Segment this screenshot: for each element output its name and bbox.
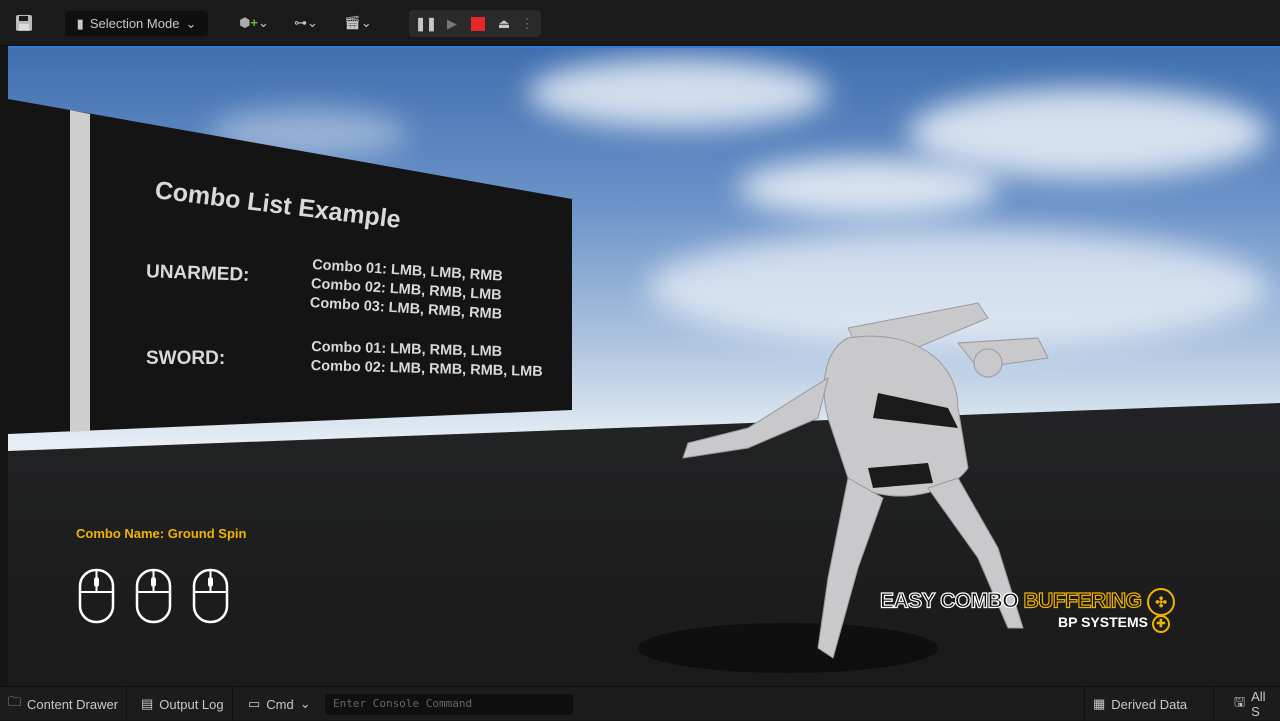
folder-search-icon: 🗀︎	[8, 694, 22, 709]
play-controls: ❚❚ ▶ ⏏ ⋮	[409, 10, 541, 37]
unarmed-combos: Combo 01: LMB, LMB, RMB Combo 02: LMB, R…	[309, 256, 505, 325]
sword-combos: Combo 01: LMB, RMB, LMB Combo 02: LMB, R…	[311, 338, 544, 382]
main-toolbar: ▮ Selection Mode ⌄ ⬢+ ⌄ ⊶ ⌄ 🎬︎ ⌄ ❚❚ ▶ ⏏ …	[0, 0, 1280, 46]
mouse-icon	[135, 568, 172, 624]
cmd-dropdown[interactable]: ▭ Cmd ⌄	[240, 687, 319, 721]
mouse-icon	[78, 568, 115, 624]
blueprint-button[interactable]: ⊶ ⌄	[288, 12, 324, 34]
stop-icon[interactable]	[465, 16, 491, 31]
chevron-down-icon: ⌄	[299, 696, 311, 711]
selection-mode-dropdown[interactable]: ▮ Selection Mode ⌄	[65, 11, 208, 36]
save-icon[interactable]	[14, 13, 34, 33]
cursor-icon: ▮	[76, 15, 84, 31]
cmd-label: Cmd	[266, 696, 294, 712]
blueprint-icon: ⊶	[294, 15, 308, 30]
log-icon: ▤	[141, 696, 154, 711]
save-all-button[interactable]: 🖫︎ All S	[1226, 687, 1280, 721]
eject-icon[interactable]: ⏏	[491, 16, 517, 32]
clapperboard-icon: 🎬︎	[344, 15, 361, 30]
bp-systems-logo: BP SYSTEMS ✚	[1058, 614, 1170, 633]
logo-subtitle: BP SYSTEMS	[1058, 614, 1148, 630]
mouse-icon	[192, 568, 229, 624]
terminal-icon: ▭	[248, 696, 261, 711]
server-icon: ▦	[1093, 696, 1106, 711]
cinematics-button[interactable]: 🎬︎ ⌄	[340, 12, 376, 34]
save-check-icon: 🖫︎	[1234, 694, 1246, 709]
game-viewport[interactable]: Combo List Example UNARMED: Combo 01: LM…	[8, 46, 1280, 686]
group-label-unarmed: UNARMED:	[145, 261, 250, 286]
all-saved-label: All S	[1251, 689, 1266, 719]
step-icon[interactable]: ▶	[439, 16, 465, 32]
logo-text-white: EASY COMBO	[879, 589, 1019, 613]
content-drawer-button[interactable]: 🗀︎ Content Drawer	[0, 687, 128, 721]
plus-circle-icon: ✚	[1151, 615, 1170, 633]
add-actor-button[interactable]: ⬢+ ⌄	[236, 12, 272, 34]
combo-name-label: Combo Name: Ground Spin	[76, 526, 247, 541]
gamepad-dpad-icon: ✣	[1146, 588, 1175, 616]
output-log-label: Output Log	[159, 696, 224, 712]
derived-data-button[interactable]: ▦ Derived Data	[1084, 687, 1214, 721]
more-options-icon[interactable]: ⋮	[517, 16, 537, 32]
selection-mode-label: Selection Mode	[89, 16, 180, 31]
easy-combo-buffering-logo: EASY COMBO BUFFERING ✣	[879, 588, 1175, 616]
status-bar: 🗀︎ Content Drawer ▤ Output Log ▭ Cmd ⌄ Enter…	[0, 686, 1280, 721]
add-cube-icon: ⬢+	[239, 15, 259, 30]
console-command-input[interactable]: Enter Console Command	[325, 694, 573, 715]
mannequin-character	[638, 302, 1049, 673]
chevron-down-icon: ⌄	[185, 15, 197, 31]
pause-icon[interactable]: ❚❚	[413, 16, 439, 32]
content-drawer-label: Content Drawer	[27, 696, 119, 712]
logo-text-gold: BUFFERING	[1023, 589, 1143, 613]
derived-data-label: Derived Data	[1111, 696, 1188, 712]
group-label-sword: SWORD:	[146, 348, 226, 369]
mouse-input-indicators	[78, 568, 229, 624]
output-log-button[interactable]: ▤ Output Log	[133, 687, 233, 721]
